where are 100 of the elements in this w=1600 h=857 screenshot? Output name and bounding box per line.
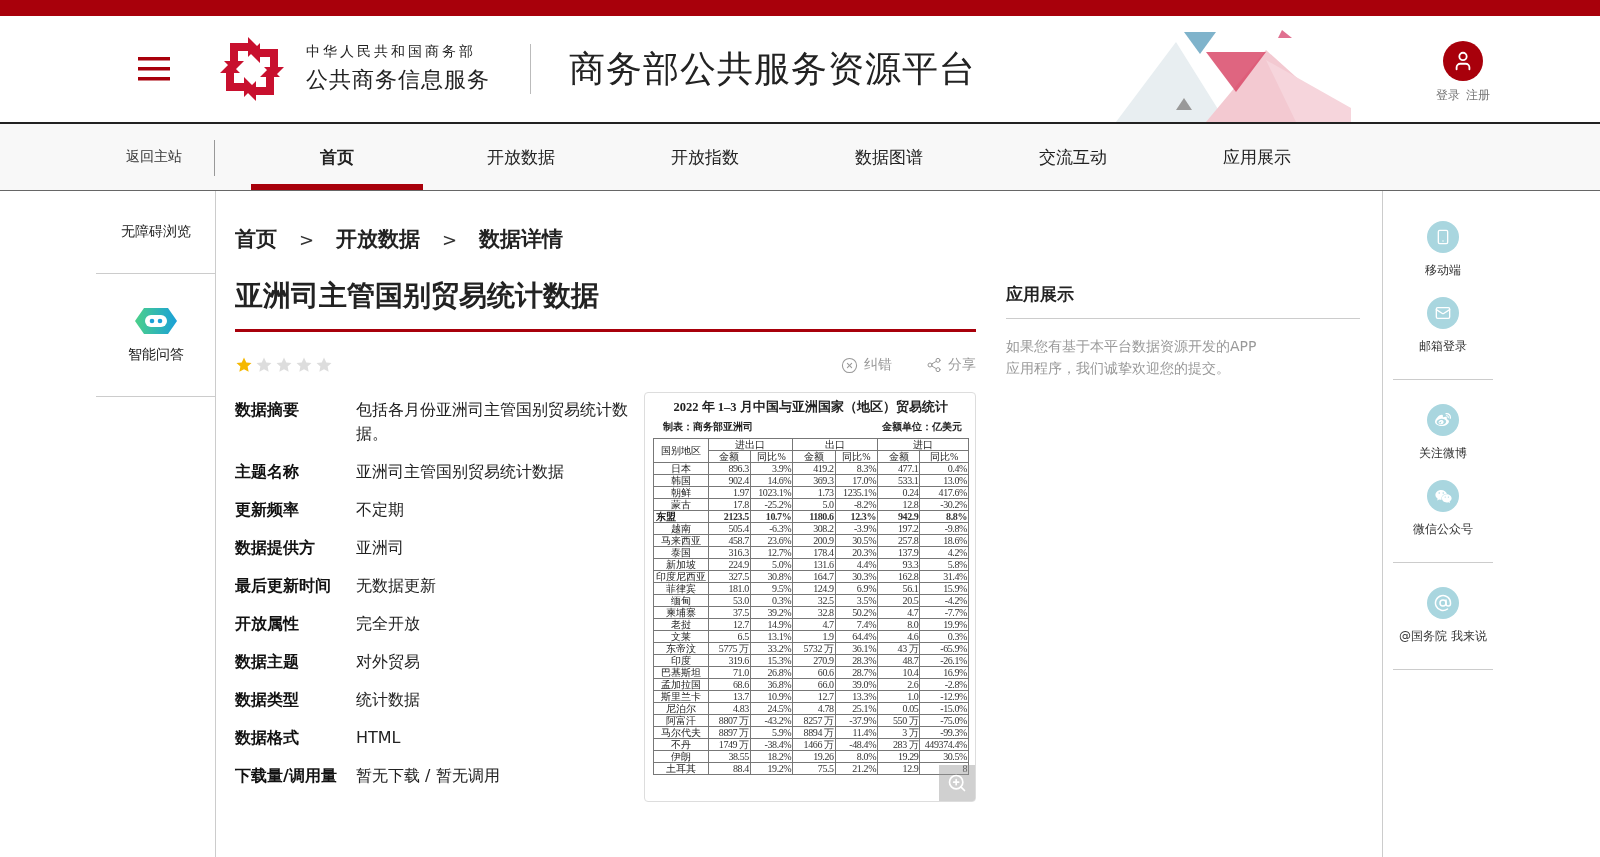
breadcrumb-separator: >	[442, 228, 458, 250]
table-cell: 0.05	[877, 702, 920, 715]
table-cell: 12.7	[708, 618, 751, 631]
table-cell: 68.6	[708, 678, 751, 691]
table-cell: 3 万	[877, 726, 920, 739]
table-cell: 164.7	[792, 570, 836, 583]
table-cell: 64.4%	[835, 630, 878, 643]
table-cell: 13.1%	[750, 630, 793, 643]
field-value: HTML	[356, 727, 402, 749]
share-channel-link[interactable]: 邮箱登录	[1393, 297, 1493, 355]
table-cell: -26.1%	[919, 654, 969, 667]
table-cell: 283 万	[877, 738, 920, 751]
table-cell: 9.5%	[750, 582, 793, 595]
table-cell: 369.3	[792, 474, 836, 487]
table-cell: 3.5%	[835, 594, 878, 607]
share-channel-link[interactable]: 关注微博	[1393, 404, 1493, 462]
table-cell: 505.4	[708, 522, 751, 535]
breadcrumb-link[interactable]: 开放数据	[336, 225, 421, 253]
table-cell: 4.6	[877, 630, 920, 643]
table-cell: 文莱	[653, 630, 708, 643]
sidebar-item[interactable]: 智能问答	[96, 274, 215, 397]
breadcrumb-link[interactable]: 首页	[235, 225, 277, 253]
section-title: 应用展示	[1006, 283, 1360, 319]
table-cell: 32.8	[792, 606, 836, 619]
table-cell: 4.7	[792, 618, 836, 631]
action-label: 纠错	[864, 356, 892, 374]
table-cell: -8.2%	[835, 498, 878, 511]
table-cell: 224.9	[708, 558, 751, 571]
sidebar-item[interactable]: 无障碍浏览	[96, 191, 215, 274]
table-cell: 2123.5	[708, 510, 751, 523]
back-to-main-link[interactable]: 返回主站	[125, 148, 182, 166]
table-cell: 0.4%	[919, 462, 969, 475]
star-rating[interactable]	[235, 356, 333, 374]
at-sign-icon	[1427, 587, 1459, 619]
table-cell: -15.0%	[919, 702, 969, 715]
table-cell: 942.9	[877, 510, 920, 523]
table-cell: 8.0	[877, 618, 920, 631]
table-cell: 朝鲜	[653, 486, 708, 499]
nav-tab[interactable]: 交流互动	[987, 124, 1159, 190]
share-icon	[926, 357, 942, 373]
table-cell: -3.9%	[835, 522, 878, 535]
table-cell: -43.2%	[750, 714, 793, 727]
zoom-in-button[interactable]	[939, 765, 975, 801]
table-cell: 孟加拉国	[653, 678, 708, 691]
table-cell: 尼泊尔	[653, 702, 708, 715]
table-cell: 533.1	[877, 474, 920, 487]
share-channel-link[interactable]: 微信公众号	[1393, 480, 1493, 538]
zoom-in-icon	[947, 773, 967, 793]
table-header: 进出口	[708, 438, 793, 451]
channel-label: @国务院 我来说	[1399, 628, 1487, 645]
table-cell: -9.8%	[919, 522, 969, 535]
table-cell: 1180.6	[792, 510, 836, 523]
table-cell: 93.3	[877, 558, 920, 571]
table-cell: 12.7%	[750, 546, 793, 559]
table-cell: 270.9	[792, 654, 836, 667]
nav-tab[interactable]: 开放指数	[619, 124, 791, 190]
table-cell: 5.9%	[750, 726, 793, 739]
breadcrumb-link[interactable]: 数据详情	[479, 225, 564, 253]
table-cell: 2.6	[877, 678, 920, 691]
table-cell: 15.3%	[750, 654, 793, 667]
table-header: 金额	[708, 450, 751, 463]
table-cell: 308.2	[792, 522, 836, 535]
table-cell: 902.4	[708, 474, 751, 487]
table-cell: 1.73	[792, 486, 836, 499]
table-cell: 162.8	[877, 570, 920, 583]
table-cell: 319.6	[708, 654, 751, 667]
table-cell: 25.1%	[835, 702, 878, 715]
table-cell: 477.1	[877, 462, 920, 475]
table-cell: 泰国	[653, 546, 708, 559]
table-cell: 178.4	[792, 546, 836, 559]
share-channel-link[interactable]: @国务院 我来说	[1393, 587, 1493, 645]
robot-icon	[133, 306, 178, 336]
table-cell: 1235.1%	[835, 486, 878, 499]
login-link[interactable]: 登录	[1436, 86, 1460, 104]
table-cell: 马来西亚	[653, 534, 708, 547]
table-cell: 柬埔寨	[653, 606, 708, 619]
register-link[interactable]: 注册	[1466, 86, 1490, 104]
menu-icon[interactable]	[138, 56, 170, 82]
table-cell: -37.9%	[835, 714, 878, 727]
table-cell: 8.0%	[835, 750, 878, 763]
field-value: 包括各月份亚洲司主管国别贸易统计数据。	[356, 399, 629, 445]
nav-tab[interactable]: 应用展示	[1171, 124, 1343, 190]
user-avatar-icon[interactable]	[1443, 40, 1483, 81]
table-cell: 0.3%	[750, 594, 793, 607]
share-channel-link[interactable]: 移动端	[1393, 221, 1493, 279]
table-cell: 1466 万	[792, 738, 836, 751]
nav-tab[interactable]: 开放数据	[435, 124, 607, 190]
table-cell: 39.2%	[750, 606, 793, 619]
nav-tab[interactable]: 数据图谱	[803, 124, 975, 190]
field-value: 不定期	[356, 499, 405, 521]
field-value: 无数据更新	[356, 575, 437, 597]
table-cell: -65.9%	[919, 642, 969, 655]
breadcrumb-separator: >	[299, 228, 315, 250]
table-cell: 马尔代夫	[653, 726, 708, 739]
table-cell: 19.2%	[750, 762, 793, 775]
table-cell: 4.7	[877, 606, 920, 619]
nav-tab[interactable]: 首页	[251, 124, 423, 190]
table-preview-image[interactable]	[644, 392, 976, 802]
table-cell: 36.1%	[835, 642, 878, 655]
table-cell: 1.9	[792, 630, 836, 643]
